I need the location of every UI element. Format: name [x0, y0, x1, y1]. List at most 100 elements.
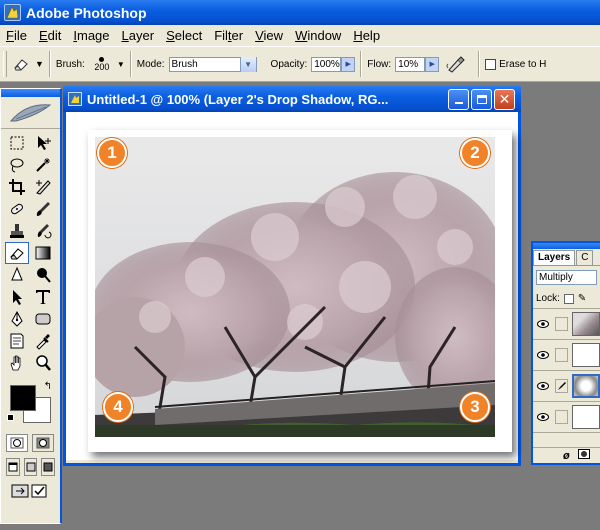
menu-image[interactable]: Image [67, 28, 115, 43]
badge-2: 2 [460, 138, 490, 168]
dodge-tool-icon[interactable] [31, 264, 55, 286]
slice-tool-icon[interactable] [31, 176, 55, 198]
layer-style-icon[interactable]: ø [563, 450, 570, 462]
notes-tool-icon[interactable] [5, 330, 29, 352]
full-screen-menu-mode-icon[interactable] [23, 458, 38, 476]
path-selection-tool-icon[interactable] [5, 286, 29, 308]
crop-tool-icon[interactable] [5, 176, 29, 198]
menu-file[interactable]: File [0, 28, 33, 43]
type-tool-icon[interactable] [31, 286, 55, 308]
brush-dropdown-arrow-icon[interactable]: ▼ [117, 60, 125, 69]
eyedropper-tool-icon[interactable] [31, 330, 55, 352]
menu-edit[interactable]: Edit [33, 28, 67, 43]
blend-mode-select[interactable]: Multiply [536, 270, 597, 285]
gradient-tool-icon[interactable] [31, 242, 55, 264]
layer-link-box[interactable] [554, 410, 569, 424]
zoom-tool-icon[interactable] [31, 352, 55, 374]
layer-thumbnail [572, 405, 600, 429]
maximize-button[interactable] [471, 89, 492, 110]
standard-mode-icon[interactable] [6, 434, 28, 452]
shape-tool-icon[interactable] [31, 308, 55, 330]
default-colors-icon[interactable] [7, 414, 14, 421]
flow-input[interactable]: 10% [395, 56, 426, 72]
tab-layers[interactable]: Layers [533, 250, 576, 265]
eraser-preset-icon[interactable] [7, 57, 35, 71]
hand-tool-icon[interactable] [5, 352, 29, 374]
full-screen-mode-icon[interactable] [41, 458, 56, 476]
jump-row [1, 479, 60, 503]
menu-help[interactable]: Help [347, 28, 386, 43]
opacity-value: 100% [314, 58, 340, 70]
layer-row[interactable] [533, 340, 600, 371]
history-brush-tool-icon[interactable] [31, 220, 55, 242]
swap-colors-icon[interactable]: ↰ [44, 381, 52, 392]
toolbox-titlebar[interactable] [1, 89, 60, 97]
layer-brush-icon[interactable] [554, 379, 569, 393]
document-icon[interactable] [68, 92, 82, 106]
layer-thumbnail [572, 374, 600, 398]
marquee-tool-icon[interactable] [5, 132, 29, 154]
layer-mask-icon[interactable] [577, 449, 590, 462]
erase-to-history-checkbox[interactable] [485, 58, 497, 70]
app-title: Adobe Photoshop [26, 4, 147, 21]
layers-panel-titlebar[interactable] [533, 243, 600, 249]
foreground-color-swatch[interactable] [10, 385, 36, 411]
jump-to-imageready-icon[interactable] [6, 482, 54, 500]
blend-mode-value: Multiply [539, 272, 573, 283]
flow-slider-arrow-icon[interactable]: ▶ [425, 56, 440, 72]
eye-icon[interactable] [533, 382, 553, 390]
lock-brush-icon[interactable]: ✎ [578, 293, 586, 304]
layer-row[interactable] [533, 371, 600, 402]
color-swatches: ↰ [7, 381, 54, 427]
layer-link-box[interactable] [554, 317, 569, 331]
magic-wand-tool-icon[interactable] [31, 154, 55, 176]
mode-dropdown-arrow-icon[interactable]: ▼ [239, 56, 256, 72]
separator [360, 51, 363, 77]
clone-stamp-tool-icon[interactable] [5, 220, 29, 242]
standard-screen-mode-icon[interactable] [6, 458, 20, 476]
adobe-feather-icon[interactable] [1, 97, 60, 129]
menu-layer[interactable]: Layer [116, 28, 161, 43]
brush-label: Brush: [55, 58, 85, 70]
healing-brush-tool-icon[interactable] [5, 198, 29, 220]
minimize-button[interactable] [448, 89, 469, 110]
menu-window[interactable]: Window [289, 28, 347, 43]
close-button[interactable]: ✕ [494, 89, 515, 110]
airbrush-icon[interactable] [439, 55, 473, 73]
opacity-slider-arrow-icon[interactable]: ▶ [341, 56, 356, 72]
mode-value: Brush [171, 58, 198, 70]
layer-row[interactable] [533, 309, 600, 340]
move-tool-icon[interactable] [31, 132, 55, 154]
eye-icon[interactable] [533, 351, 553, 359]
screen-mode-row [1, 455, 60, 479]
canvas[interactable]: 1 2 3 4 [66, 112, 518, 460]
opacity-input[interactable]: 100% [311, 56, 342, 72]
pen-tool-icon[interactable] [5, 308, 29, 330]
preset-dropdown-arrow-icon[interactable]: ▼ [35, 59, 44, 69]
erase-to-history-label: Erase to H [499, 58, 547, 70]
mode-select[interactable]: Brush ▼ [168, 56, 257, 72]
eraser-tool-icon[interactable] [5, 242, 29, 264]
eye-icon[interactable] [533, 413, 553, 421]
menu-select[interactable]: Select [160, 28, 208, 43]
layer-row[interactable] [533, 402, 600, 433]
lasso-tool-icon[interactable] [5, 154, 29, 176]
flow-value: 10% [398, 58, 419, 70]
lock-transparency-icon[interactable] [563, 293, 574, 304]
blur-tool-icon[interactable] [5, 264, 29, 286]
layers-panel: Layers C Multiply Lock: ✎ ø [531, 241, 600, 465]
eye-icon[interactable] [533, 320, 553, 328]
cherry-blossom-photo [95, 137, 495, 437]
menu-bar: File Edit Image Layer Select Filter View Window… [0, 25, 600, 46]
layer-thumbnail [572, 343, 600, 367]
menu-view[interactable]: View [249, 28, 289, 43]
menu-filter[interactable]: Filter [208, 28, 249, 43]
close-icon: ✕ [498, 91, 511, 107]
brush-preview[interactable]: 200 [91, 56, 113, 72]
quick-mask-mode-icon[interactable] [32, 434, 54, 452]
brush-tool-icon[interactable] [31, 198, 55, 220]
tab-channels[interactable]: C [576, 250, 594, 265]
layer-link-box[interactable] [554, 348, 569, 362]
layers-bottom-bar: ø [533, 447, 600, 463]
tool-grid [1, 129, 60, 377]
